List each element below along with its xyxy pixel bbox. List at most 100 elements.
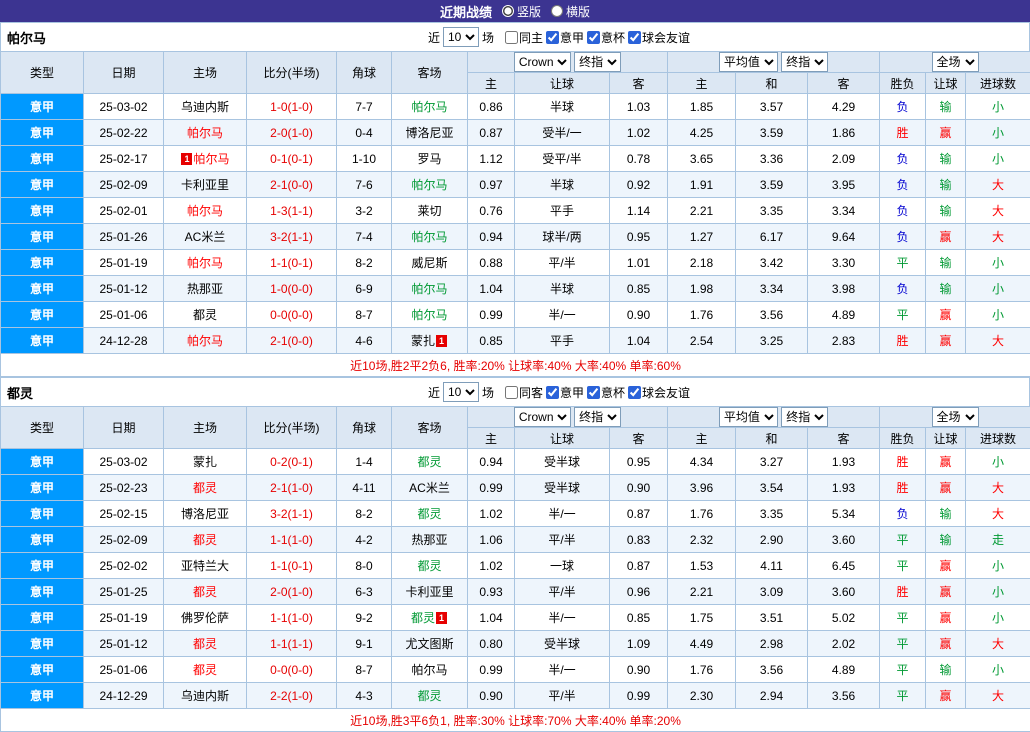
league-checkbox-input[interactable]	[546, 386, 559, 399]
avg-away-odds-cell: 1.86	[808, 120, 880, 146]
col-away: 客场	[392, 407, 468, 449]
crow-handicap-cell: 半/一	[515, 605, 610, 631]
same-venue-checkbox-input[interactable]	[505, 386, 518, 399]
score-cell: 2-1(1-0)	[247, 475, 337, 501]
crow-home-odds-cell: 1.04	[468, 276, 515, 302]
away-team-cell: AC米兰	[392, 475, 468, 501]
match-row: 意甲25-02-02亚特兰大1-1(0-1)8-0都灵1.02一球0.871.5…	[1, 553, 1030, 579]
league-checkbox[interactable]: 意甲	[546, 384, 584, 401]
league-type-cell: 意甲	[1, 579, 84, 605]
same-venue-checkbox[interactable]: 同主	[505, 29, 543, 46]
date-cell: 25-01-06	[84, 302, 164, 328]
friendly-checkbox[interactable]: 球会友谊	[628, 384, 690, 401]
filter-bar: 近 10 场 同客 意甲 意杯 球会友谊	[89, 382, 1029, 402]
date-cell: 25-02-02	[84, 553, 164, 579]
crow-home-odds-cell: 0.97	[468, 172, 515, 198]
date-cell: 24-12-29	[84, 683, 164, 709]
home-team-name: 帕尔马	[187, 126, 223, 140]
average-select[interactable]: 平均值	[719, 407, 778, 427]
match-count-select[interactable]: 10	[443, 27, 479, 47]
score-cell: 1-1(0-1)	[247, 250, 337, 276]
corner-cell: 4-11	[337, 475, 392, 501]
away-team-cell: 都灵	[392, 501, 468, 527]
score-cell: 1-1(1-1)	[247, 631, 337, 657]
away-team-name: 帕尔马	[411, 230, 447, 244]
date-cell: 25-01-19	[84, 250, 164, 276]
col-handicap-result: 让球	[926, 428, 966, 449]
avg-stage-select[interactable]: 终指	[781, 407, 828, 427]
home-team-name: 博洛尼亚	[181, 507, 229, 521]
crow-away-odds-cell: 0.92	[610, 172, 668, 198]
friendly-checkbox[interactable]: 球会友谊	[628, 29, 690, 46]
avg-home-odds-cell: 2.21	[668, 579, 736, 605]
top-bar: 近期战绩 竖版 横版	[0, 0, 1030, 22]
league-type-cell: 意甲	[1, 605, 84, 631]
bookmaker-select[interactable]: Crown	[514, 52, 571, 72]
scope-select[interactable]: 全场	[932, 52, 979, 72]
goals-result-cell: 小	[966, 302, 1030, 328]
cup-checkbox-input[interactable]	[587, 386, 600, 399]
crow-away-odds-cell: 0.96	[610, 579, 668, 605]
layout-horizontal-option[interactable]: 横版	[551, 3, 590, 20]
friendly-checkbox-input[interactable]	[628, 386, 641, 399]
match-count-select[interactable]: 10	[443, 382, 479, 402]
goals-result-cell: 小	[966, 579, 1030, 605]
home-team-cell: 卡利亚里	[164, 172, 247, 198]
avg-home-odds-cell: 2.32	[668, 527, 736, 553]
score-cell: 1-1(1-0)	[247, 527, 337, 553]
cup-checkbox[interactable]: 意杯	[587, 384, 625, 401]
avg-away-odds-cell: 5.34	[808, 501, 880, 527]
match-row: 意甲25-02-09卡利亚里2-1(0-0)7-6帕尔马0.97半球0.921.…	[1, 172, 1030, 198]
match-row: 意甲25-02-09都灵1-1(1-0)4-2热那亚1.06平/半0.832.3…	[1, 527, 1030, 553]
avg-stage-select[interactable]: 终指	[781, 52, 828, 72]
result-cell: 负	[880, 94, 926, 120]
away-team-cell: 帕尔马	[392, 276, 468, 302]
corner-cell: 1-10	[337, 146, 392, 172]
horizontal-radio[interactable]	[551, 5, 563, 17]
friendly-label: 球会友谊	[642, 29, 690, 46]
home-team-cell: 都灵	[164, 475, 247, 501]
same-venue-checkbox-input[interactable]	[505, 31, 518, 44]
match-row: 意甲25-01-26AC米兰3-2(1-1)7-4帕尔马0.94球半/两0.95…	[1, 224, 1030, 250]
match-row: 意甲24-12-28帕尔马2-1(0-0)4-6蒙扎10.85平手1.042.5…	[1, 328, 1030, 354]
score-cell: 2-2(1-0)	[247, 683, 337, 709]
league-type-cell: 意甲	[1, 276, 84, 302]
result-cell: 负	[880, 172, 926, 198]
match-row: 意甲25-01-12热那亚1-0(0-0)6-9帕尔马1.04半球0.851.9…	[1, 276, 1030, 302]
home-team-name: 热那亚	[187, 282, 223, 296]
odds-stage-select[interactable]: 终指	[574, 52, 621, 72]
corner-cell: 8-0	[337, 553, 392, 579]
scope-select[interactable]: 全场	[932, 407, 979, 427]
home-team-cell: 都灵	[164, 579, 247, 605]
result-cell: 负	[880, 224, 926, 250]
col-avg-away: 客	[808, 428, 880, 449]
friendly-checkbox-input[interactable]	[628, 31, 641, 44]
avg-home-odds-cell: 4.34	[668, 449, 736, 475]
same-venue-checkbox[interactable]: 同客	[505, 384, 543, 401]
vertical-radio[interactable]	[502, 5, 514, 17]
away-team-cell: 帕尔马	[392, 172, 468, 198]
home-team-name: 蒙扎	[193, 455, 217, 469]
crow-away-odds-cell: 1.14	[610, 198, 668, 224]
away-team-name: 帕尔马	[411, 663, 447, 677]
avg-away-odds-cell: 1.93	[808, 475, 880, 501]
avg-away-odds-cell: 2.09	[808, 146, 880, 172]
scope-header: 全场	[880, 407, 1030, 428]
avg-draw-odds-cell: 3.34	[736, 276, 808, 302]
cup-checkbox-input[interactable]	[587, 31, 600, 44]
date-cell: 24-12-28	[84, 328, 164, 354]
col-date: 日期	[84, 407, 164, 449]
bookmaker-select[interactable]: Crown	[514, 407, 571, 427]
goals-result-cell: 小	[966, 553, 1030, 579]
league-checkbox[interactable]: 意甲	[546, 29, 584, 46]
league-checkbox-input[interactable]	[546, 31, 559, 44]
goals-result-cell: 大	[966, 683, 1030, 709]
horizontal-radio-label: 横版	[566, 3, 590, 20]
crow-away-odds-cell: 1.01	[610, 250, 668, 276]
layout-vertical-option[interactable]: 竖版	[502, 3, 541, 20]
odds-stage-select[interactable]: 终指	[574, 407, 621, 427]
cup-checkbox[interactable]: 意杯	[587, 29, 625, 46]
average-select[interactable]: 平均值	[719, 52, 778, 72]
avg-away-odds-cell: 1.93	[808, 449, 880, 475]
away-team-cell: 博洛尼亚	[392, 120, 468, 146]
